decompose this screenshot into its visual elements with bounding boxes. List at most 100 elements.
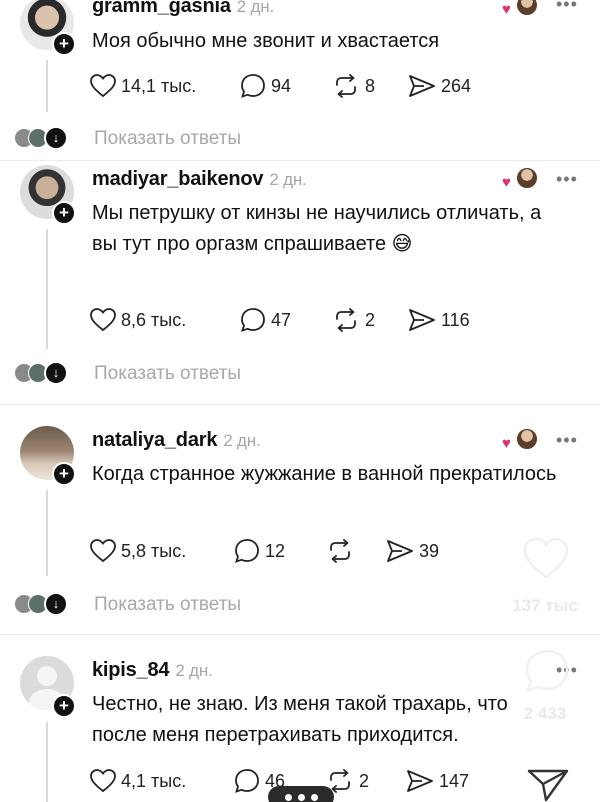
share-button[interactable]: 264 <box>408 72 471 100</box>
reel-likes-count: 137 тыс <box>512 596 578 615</box>
username[interactable]: nataliya_dark 2 дн. <box>92 429 261 452</box>
like-button[interactable]: 8,6 тыс. <box>90 306 186 334</box>
reply-count: 47 <box>271 309 292 330</box>
dot-icon <box>284 793 292 801</box>
follow-plus-icon[interactable]: + <box>52 32 76 56</box>
heart-icon <box>90 769 116 793</box>
liked-by-author: ♥ <box>502 428 542 452</box>
repost-icon <box>336 74 356 98</box>
author-avatar <box>516 428 538 450</box>
speech-bubble-icon <box>525 649 569 692</box>
heart-icon: ♥ <box>502 1 511 18</box>
arrow-down-icon: ↓ <box>44 361 68 385</box>
heart-icon <box>523 537 569 579</box>
share-button[interactable]: 147 <box>406 767 469 795</box>
share-button[interactable]: 39 <box>386 537 439 565</box>
like-count: 14,1 тыс. <box>121 75 197 96</box>
send-icon <box>409 309 435 331</box>
comment-actions: 5,8 тыс. 12 39 <box>90 537 510 565</box>
show-replies-label[interactable]: Показать ответы <box>94 363 241 385</box>
page-indicator <box>268 786 334 802</box>
follow-plus-icon[interactable]: + <box>52 694 76 718</box>
arrow-down-icon: ↓ <box>44 126 68 150</box>
like-count: 4,1 тыс. <box>121 770 187 791</box>
repost-icon <box>336 308 356 332</box>
author-avatar <box>516 167 538 189</box>
like-button[interactable]: 14,1 тыс. <box>90 72 196 100</box>
timestamp: 2 дн. <box>236 0 274 16</box>
heart-icon: ♥ <box>502 435 511 452</box>
reel-share-button[interactable] <box>526 768 570 802</box>
reply-button[interactable]: 12 <box>234 537 285 565</box>
reel-comment-button[interactable] <box>524 648 570 694</box>
speech-bubble-icon <box>241 74 265 98</box>
show-replies[interactable]: ↓ Показать ответы <box>14 592 314 618</box>
repost-button[interactable] <box>326 537 359 565</box>
thread-line <box>46 722 48 802</box>
heart-icon <box>90 308 116 332</box>
show-replies-label[interactable]: Показать ответы <box>94 128 241 150</box>
username-text[interactable]: madiyar_baikenov <box>92 168 264 190</box>
reply-button[interactable]: 94 <box>240 72 291 100</box>
username[interactable]: madiyar_baikenov 2 дн. <box>92 168 307 191</box>
like-count: 8,6 тыс. <box>121 309 187 330</box>
repost-count: 2 <box>365 309 376 330</box>
share-count: 147 <box>439 770 470 791</box>
username-text[interactable]: nataliya_dark <box>92 429 217 451</box>
speech-bubble-icon <box>235 769 259 793</box>
show-replies[interactable]: ↓ Показать ответы <box>14 361 314 387</box>
reply-button[interactable]: 47 <box>240 306 291 334</box>
follow-plus-icon[interactable]: + <box>52 462 76 486</box>
comment-actions: 8,6 тыс. 47 2 116 <box>90 306 510 334</box>
send-icon <box>407 770 433 792</box>
heart-icon <box>90 539 116 563</box>
share-count: 264 <box>441 75 472 96</box>
dot-icon <box>297 793 305 801</box>
divider <box>0 634 600 635</box>
username[interactable]: kipis_84 2 дн. <box>92 659 213 682</box>
reel-comments-count: 2 433 <box>523 704 567 723</box>
liked-by-author: ♥ <box>502 0 542 18</box>
follow-plus-icon[interactable]: + <box>52 201 76 225</box>
username[interactable]: gramm_gasnia 2 дн. <box>92 0 274 18</box>
share-count: 116 <box>441 309 470 330</box>
comment-actions: 14,1 тыс. 94 8 264 <box>90 72 510 100</box>
username-text[interactable]: kipis_84 <box>92 659 170 681</box>
heart-icon <box>90 74 116 98</box>
send-icon <box>409 75 435 97</box>
repost-count: 2 <box>359 770 370 791</box>
share-button[interactable]: 116 <box>408 306 470 334</box>
show-replies-label[interactable]: Показать ответы <box>94 594 241 616</box>
repost-button[interactable]: 8 <box>332 72 375 100</box>
dot-icon <box>310 793 318 801</box>
like-count: 5,8 тыс. <box>121 540 187 561</box>
author-avatar <box>516 0 538 16</box>
reel-like-button[interactable] <box>522 536 570 580</box>
heart-icon: ♥ <box>502 174 511 191</box>
comment-text: Когда странное жужжание в ванной прекрат… <box>92 463 557 485</box>
speech-bubble-icon <box>241 308 265 332</box>
comment-text: Мы петрушку от кинзы не научились отлича… <box>92 202 542 255</box>
username-text[interactable]: gramm_gasnia <box>92 0 231 17</box>
thread-line <box>46 229 48 349</box>
divider <box>0 404 600 405</box>
arrow-down-icon: ↓ <box>44 592 68 616</box>
share-count: 39 <box>419 540 440 561</box>
comment-text: Честно, не знаю. Из меня такой трахарь, … <box>92 693 508 746</box>
show-replies[interactable]: ↓ Показать ответы <box>14 126 314 152</box>
more-dots-icon[interactable]: ••• <box>556 430 578 451</box>
speech-bubble-icon <box>235 539 259 563</box>
like-button[interactable]: 4,1 тыс. <box>90 767 186 795</box>
repost-count: 8 <box>365 75 376 96</box>
send-icon <box>387 540 413 562</box>
timestamp: 2 дн. <box>223 431 261 450</box>
like-button[interactable]: 5,8 тыс. <box>90 537 186 565</box>
more-dots-icon[interactable]: ••• <box>556 0 578 15</box>
repost-button[interactable]: 2 <box>332 306 375 334</box>
liked-by-author: ♥ <box>502 167 542 191</box>
timestamp: 2 дн. <box>269 170 307 189</box>
comment-text: Моя обычно мне звонит и хвастается <box>92 30 440 52</box>
timestamp: 2 дн. <box>175 661 213 680</box>
thread-line <box>46 60 48 112</box>
more-dots-icon[interactable]: ••• <box>556 169 578 190</box>
